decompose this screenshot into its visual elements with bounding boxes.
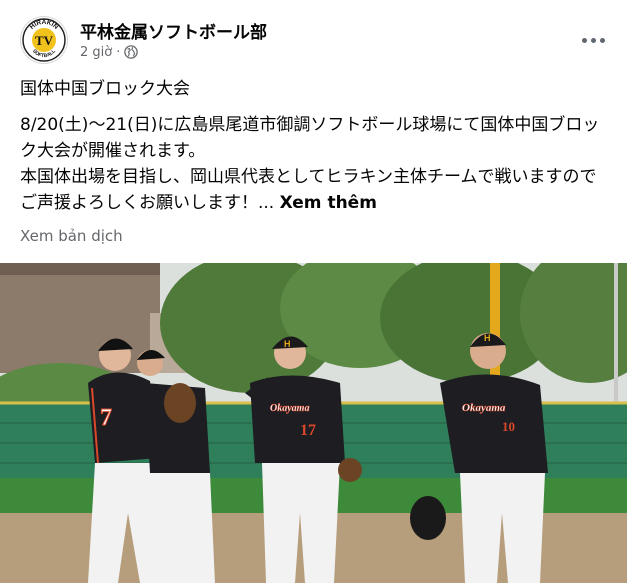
facebook-post: HIRAKIN SOFTBALL TV 平林金属ソフトボール部 2 giờ · 国… (0, 0, 627, 583)
post-photo[interactable]: 7 H Okayama 17 H Okayama 10 (0, 263, 627, 583)
separator-dot: · (116, 45, 121, 60)
post-body-text: 国体中国ブロック大会 8/20(土)〜21(日)に広島県尾道市御調ソフトボール球… (20, 76, 610, 216)
post-timestamp[interactable]: 2 giờ (80, 45, 112, 60)
softball-team-photo: 7 H Okayama 17 H Okayama 10 (0, 263, 627, 583)
page-name[interactable]: 平林金属ソフトボール部 (80, 18, 267, 43)
globe-icon (124, 45, 139, 59)
post-text-line-1: 8/20(土)〜21(日)に広島県尾道市御調ソフトボール球場にて国体中国ブロック… (20, 115, 600, 161)
logo-mark: TV (35, 33, 54, 48)
jersey-number-7: 7 (100, 405, 112, 431)
post-header: HIRAKIN SOFTBALL TV 平林金属ソフトボール部 2 giờ · (20, 14, 611, 70)
jersey-number-10: 10 (502, 419, 515, 434)
cap-letter-17: H (284, 339, 291, 349)
more-horizontal-icon (581, 37, 587, 43)
jersey-number-17: 17 (300, 422, 316, 439)
cap-letter-10: H (484, 333, 491, 343)
page-avatar[interactable]: HIRAKIN SOFTBALL TV (20, 16, 68, 64)
see-translation-link[interactable]: Xem bản dịch (20, 227, 123, 245)
more-options-button[interactable] (575, 22, 611, 58)
see-more-link[interactable]: Xem thêm (280, 193, 377, 213)
hirakin-logo: HIRAKIN SOFTBALL TV (22, 18, 66, 62)
jersey-team-name-17: Okayama (270, 403, 309, 414)
post-title: 国体中国ブロック大会 (20, 79, 190, 99)
jersey-team-name-10: Okayama (462, 402, 506, 414)
post-meta: 2 giờ · (80, 45, 139, 60)
